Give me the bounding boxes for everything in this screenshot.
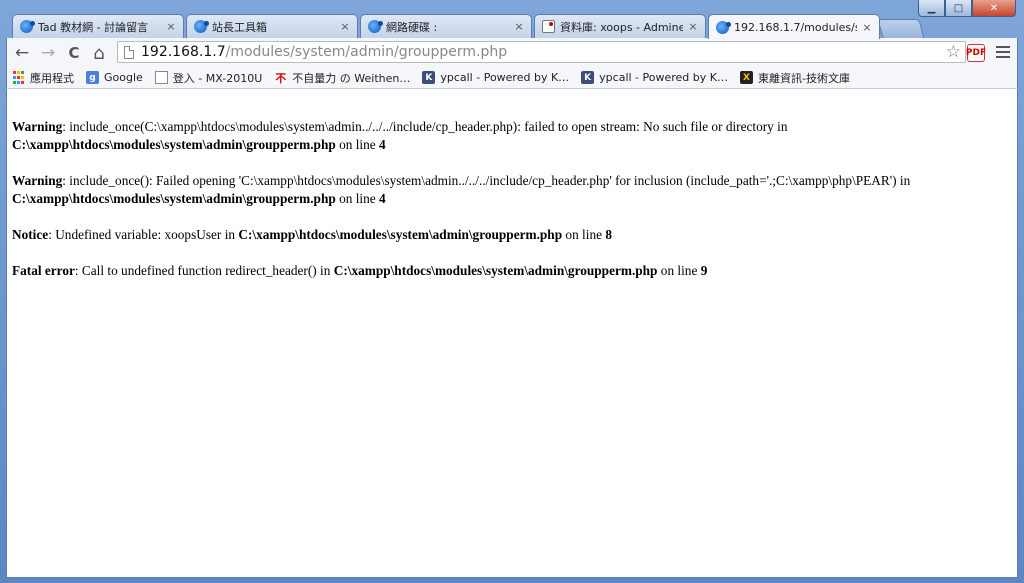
reload-button[interactable]: C	[63, 42, 85, 64]
error-on-line: on line	[657, 263, 701, 278]
php-error-2: Warning: include_once(): Failed opening …	[12, 172, 1017, 208]
adminer-db-icon	[542, 20, 555, 33]
bookmark-apps[interactable]: 應用程式	[12, 70, 74, 86]
tab-close-icon[interactable]: ×	[687, 20, 699, 33]
bookmark-label: 應用程式	[30, 71, 74, 85]
tab-strip: Tad 教材網 - 討論留言 × 站長工具箱 × 網路硬碟 : × 資料庫: x…	[12, 14, 1012, 39]
tab-close-icon[interactable]: ×	[861, 21, 873, 34]
bookmark-weithen[interactable]: 不 不自量力 の Weithen…	[274, 70, 410, 86]
error-message: : include_once(): Failed opening 'C:\xam…	[62, 173, 911, 188]
error-line-number: 4	[378, 191, 386, 206]
tab-close-icon[interactable]: ×	[165, 20, 177, 33]
tab-title: Tad 教材網 - 討論留言	[38, 20, 149, 34]
address-bar[interactable]: 192.168.1.7/modules/system/admin/grouppe…	[117, 41, 966, 63]
bu-icon: 不	[274, 71, 288, 85]
home-button[interactable]: ⌂	[88, 42, 110, 64]
bookmark-label: ypcall - Powered by K…	[440, 71, 570, 84]
bookmark-ypcall-1[interactable]: K ypcall - Powered by K…	[422, 71, 569, 84]
x-icon: X	[740, 71, 753, 84]
tab-title: 192.168.1.7/modules/system/a	[734, 20, 857, 34]
error-level: Warning	[12, 119, 63, 134]
error-on-line: on line	[335, 191, 379, 206]
error-line-number: 8	[605, 227, 612, 242]
error-message: : Undefined variable: xoopsUser in	[48, 227, 239, 242]
xoops-globe-icon	[20, 20, 35, 33]
xoops-globe-icon	[194, 20, 209, 33]
new-tab-button[interactable]	[877, 19, 925, 39]
bookmark-label: 東離資訊-技術文庫	[758, 71, 850, 85]
error-file: C:\xampp\htdocs\modules\system\admin\gro…	[12, 137, 336, 152]
bookmark-star-icon[interactable]: ☆	[946, 42, 961, 62]
error-level: Notice	[12, 227, 49, 242]
error-line-number: 4	[378, 137, 386, 152]
error-message: : Call to undefined function redirect_he…	[74, 263, 334, 278]
error-level: Warning	[12, 173, 63, 188]
tab-5-active[interactable]: 192.168.1.7/modules/system/a ×	[708, 14, 880, 39]
error-file: C:\xampp\htdocs\modules\system\admin\gro…	[333, 263, 658, 278]
tab-1[interactable]: Tad 教材網 - 討論留言 ×	[12, 14, 184, 38]
page-content: Warning: include_once(C:\xampp\htdocs\mo…	[6, 89, 1018, 578]
php-error-1: Warning: include_once(C:\xampp\htdocs\mo…	[12, 118, 1017, 154]
bookmark-google[interactable]: g Google	[86, 71, 143, 84]
xoops-globe-icon	[716, 20, 731, 34]
tab-close-icon[interactable]: ×	[339, 20, 351, 33]
chrome-menu-icon[interactable]	[995, 44, 1011, 60]
tab-close-icon[interactable]: ×	[513, 20, 525, 33]
php-error-3: Notice: Undefined variable: xoopsUser in…	[12, 226, 1017, 244]
error-level: Fatal error	[12, 263, 75, 278]
bookmark-tech-library[interactable]: X 東離資訊-技術文庫	[740, 70, 850, 86]
bookmark-mx2010u[interactable]: 登入 - MX-2010U	[154, 70, 263, 86]
tab-title: 資料庫: xoops - Adminer	[560, 20, 683, 34]
url-host: 192.168.1.7	[141, 44, 226, 60]
bookmark-label: 登入 - MX-2010U	[172, 71, 263, 85]
tab-title: 網路硬碟 :	[386, 20, 438, 34]
page-icon	[154, 71, 168, 84]
bookmarks-bar: 應用程式 g Google 登入 - MX-2010U 不 不自量力 の Wei…	[6, 67, 1018, 89]
navigation-toolbar: ← → C ⌂ 192.168.1.7/modules/system/admin…	[6, 38, 1018, 67]
google-icon: g	[86, 71, 99, 84]
k-icon: K	[422, 71, 436, 84]
error-message: : include_once(C:\xampp\htdocs\modules\s…	[62, 119, 788, 134]
pdf-extension-icon[interactable]: PDF	[966, 44, 986, 62]
bookmark-label: 不自量力 の Weithen…	[292, 71, 411, 85]
apps-grid-icon	[12, 71, 25, 84]
page-icon	[124, 45, 134, 59]
bookmark-label: ypcall - Powered by K…	[599, 71, 728, 84]
bookmark-ypcall-2[interactable]: K ypcall - Powered by K…	[581, 71, 728, 84]
error-file: C:\xampp\htdocs\modules\system\admin\gro…	[12, 191, 336, 206]
tab-title: 站長工具箱	[212, 20, 267, 34]
error-on-line: on line	[562, 227, 606, 242]
error-file: C:\xampp\htdocs\modules\system\admin\gro…	[238, 227, 563, 242]
url-path: /modules/system/admin/groupperm.php	[225, 44, 508, 60]
k-icon: K	[581, 71, 595, 84]
error-line-number: 9	[700, 263, 708, 278]
tab-2[interactable]: 站長工具箱 ×	[186, 14, 358, 38]
forward-button[interactable]: →	[37, 42, 59, 64]
back-button[interactable]: ←	[11, 42, 33, 64]
browser-window: ▁ □ ✕ Tad 教材網 - 討論留言 × 站長工具箱 × 網路硬碟 : × …	[0, 0, 1024, 583]
bookmark-label: Google	[104, 71, 143, 84]
xoops-globe-icon	[368, 20, 383, 33]
error-on-line: on line	[335, 137, 379, 152]
tab-4[interactable]: 資料庫: xoops - Adminer ×	[534, 14, 706, 38]
tab-3[interactable]: 網路硬碟 : ×	[360, 14, 532, 38]
php-error-4: Fatal error: Call to undefined function …	[12, 262, 1017, 280]
